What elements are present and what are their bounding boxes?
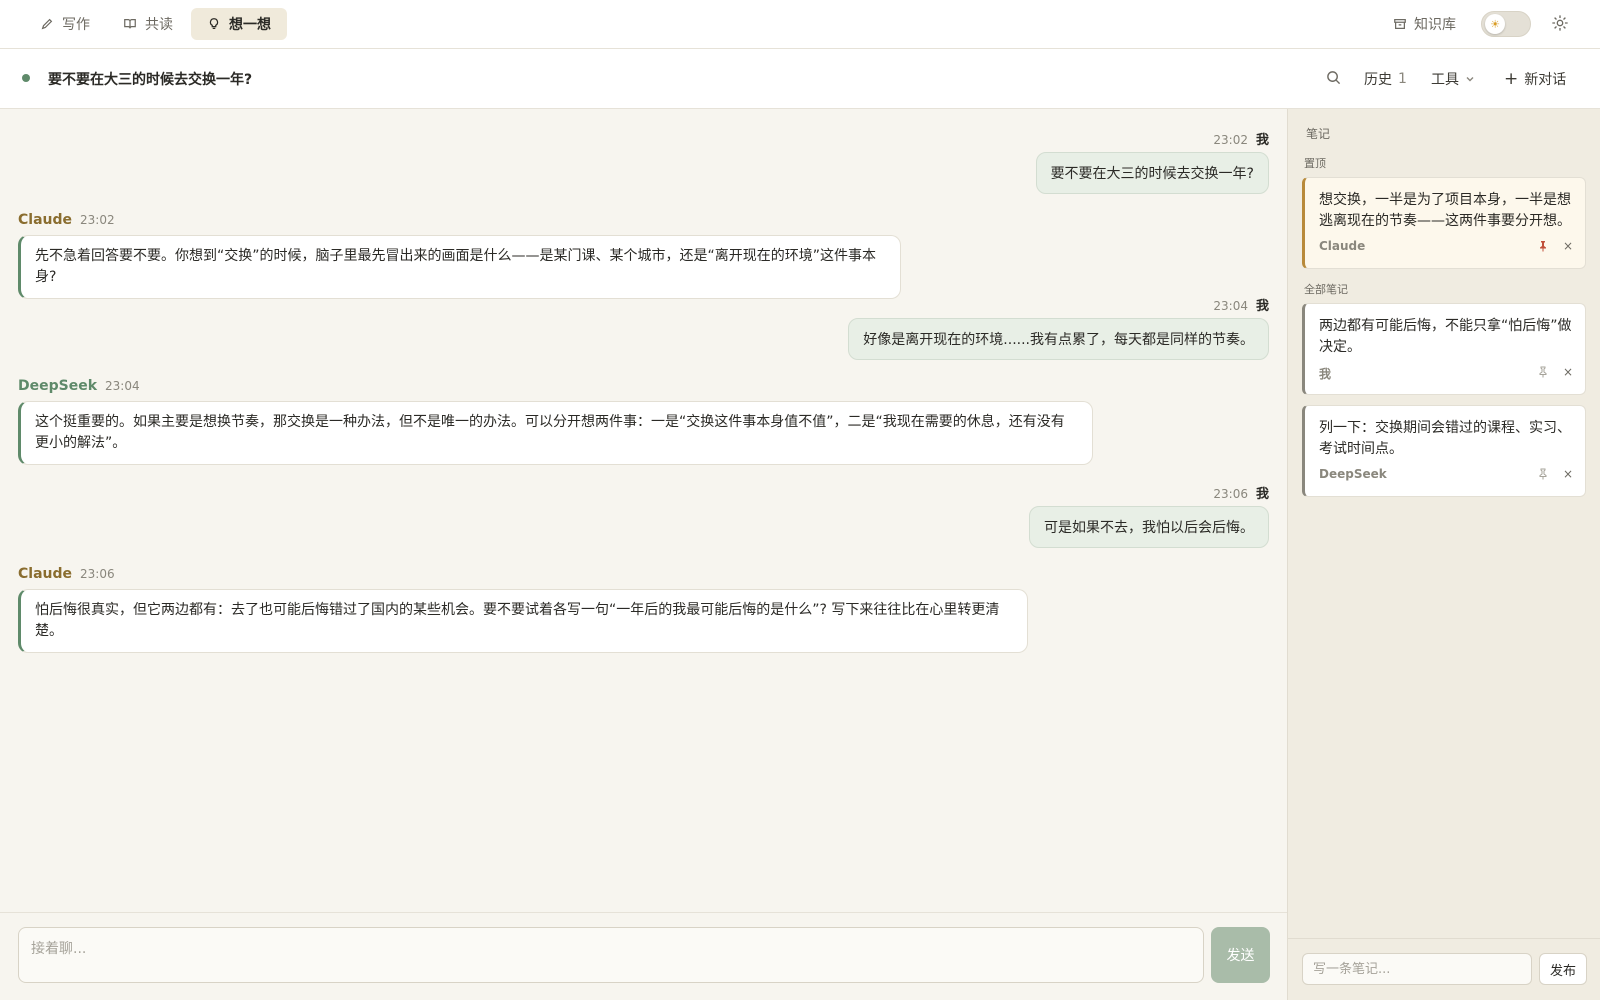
tab-read-together[interactable]: 共读 — [107, 8, 189, 40]
archive-icon — [1394, 19, 1406, 29]
conversation-header: 要不要在大三的时候去交换一年? 历史 1 工具 + 新对话 — [0, 49, 1600, 109]
note-author: Claude — [1319, 239, 1366, 253]
message-time: 23:02 — [80, 213, 115, 227]
tab-write[interactable]: 写作 — [24, 8, 106, 40]
ai-message: 怕后悔很真实，但它两边都有：去了也可能后悔错过了国内的某些机会。要不要试着各写一… — [18, 589, 1028, 653]
chat-area: 23:02 我 要不要在大三的时候去交换一年? Claude 23:02 先不急… — [0, 109, 1287, 912]
message-time: 23:06 — [1213, 487, 1248, 501]
book-icon — [124, 19, 136, 29]
note-author: 我 — [1319, 367, 1332, 381]
message-meta: 23:02 我 — [1213, 129, 1269, 148]
composer: 发送 — [0, 912, 1287, 1000]
close-icon[interactable]: × — [1563, 240, 1573, 252]
message-author: 我 — [1255, 487, 1269, 502]
note-text: 想交换，一半是为了项目本身，一半是想逃离现在的节奏——这两件事要分开想。 — [1319, 192, 1571, 229]
message-author: 我 — [1255, 299, 1269, 314]
pin-icon[interactable] — [1537, 240, 1549, 252]
search-icon[interactable] — [1326, 70, 1341, 85]
publish-button[interactable]: 发布 — [1539, 953, 1587, 985]
message-meta: 23:06 我 — [1213, 483, 1269, 502]
message-author: 我 — [1255, 133, 1269, 148]
tools-dropdown[interactable]: 工具 — [1431, 69, 1475, 89]
knowledge-base-link[interactable]: 知识库 — [1393, 14, 1456, 34]
knowledge-base-label: 知识库 — [1414, 17, 1456, 33]
history-button[interactable]: 历史 1 — [1364, 69, 1407, 89]
message-meta: Claude 23:06 — [18, 566, 115, 582]
note-card[interactable]: 列一下：交换期间会错过的课程、实习、考试时间点。 DeepSeek × — [1302, 405, 1586, 497]
top-nav-bar: 写作 共读 想一想 知识库 ☀ — [0, 0, 1600, 49]
new-chat-label: 新对话 — [1524, 72, 1567, 88]
tab-think[interactable]: 想一想 — [191, 8, 287, 40]
chevron-down-icon — [1466, 77, 1474, 82]
message-time: 23:04 — [1213, 299, 1248, 313]
pin-icon[interactable] — [1537, 366, 1549, 378]
note-text: 列一下：交换期间会错过的课程、实习、考试时间点。 — [1319, 420, 1571, 457]
user-message: 好像是离开现在的环境......我有点累了，每天都是同样的节奏。 — [848, 318, 1269, 360]
plus-icon: + — [1504, 69, 1519, 89]
status-dot — [22, 74, 30, 82]
message-time: 23:02 — [1213, 133, 1248, 147]
pencil-icon — [41, 18, 53, 30]
message-meta: Claude 23:02 — [18, 212, 115, 228]
theme-toggle[interactable]: ☀ — [1481, 11, 1531, 37]
note-composer: 发布 — [1288, 938, 1600, 1000]
message-time: 23:06 — [80, 567, 115, 581]
note-text: 两边都有可能后悔，不能只拿“怕后悔”做决定。 — [1319, 318, 1572, 355]
sun-icon: ☀ — [1485, 14, 1505, 34]
tools-label: 工具 — [1431, 72, 1459, 88]
note-author: DeepSeek — [1319, 467, 1387, 481]
ai-message: 这个挺重要的。如果主要是想换节奏，那交换是一种办法，但不是唯一的办法。可以分开想… — [18, 401, 1093, 465]
history-count: 1 — [1398, 71, 1407, 87]
pinned-note-card[interactable]: 想交换，一半是为了项目本身，一半是想逃离现在的节奏——这两件事要分开想。 Cla… — [1302, 177, 1586, 269]
all-notes-section-label: 全部笔记 — [1304, 283, 1348, 296]
note-input[interactable] — [1302, 953, 1532, 985]
message-meta: 23:04 我 — [1213, 295, 1269, 314]
ai-message: 先不急着回答要不要。你想到“交换”的时候，脑子里最先冒出来的画面是什么——是某门… — [18, 235, 901, 299]
user-message: 可是如果不去，我怕以后会后悔。 — [1029, 506, 1269, 548]
notes-title: 笔记 — [1306, 127, 1331, 141]
new-chat-button[interactable]: + 新对话 — [1504, 69, 1566, 89]
pinned-section-label: 置顶 — [1304, 157, 1326, 170]
user-message: 要不要在大三的时候去交换一年? — [1035, 152, 1269, 194]
tab-label: 写作 — [62, 17, 90, 33]
message-time: 23:04 — [105, 379, 140, 393]
notes-panel: 笔记 置顶 想交换，一半是为了项目本身，一半是想逃离现在的节奏——这两件事要分开… — [1287, 109, 1600, 1000]
tab-label: 想一想 — [229, 17, 271, 33]
message-author: DeepSeek — [18, 378, 98, 394]
gear-icon[interactable] — [1551, 14, 1569, 32]
message-meta: DeepSeek 23:04 — [18, 378, 140, 394]
note-card[interactable]: 两边都有可能后悔，不能只拿“怕后悔”做决定。 我 × — [1302, 303, 1586, 395]
chat-input[interactable] — [18, 927, 1204, 983]
message-author: Claude — [18, 566, 73, 582]
pin-icon[interactable] — [1537, 468, 1549, 480]
tab-label: 共读 — [145, 17, 173, 33]
conversation-title: 要不要在大三的时候去交换一年? — [48, 72, 253, 88]
lightbulb-icon — [209, 18, 219, 29]
history-label: 历史 — [1364, 72, 1392, 88]
close-icon[interactable]: × — [1563, 468, 1573, 480]
message-author: Claude — [18, 212, 73, 228]
close-icon[interactable]: × — [1563, 366, 1573, 378]
send-button[interactable]: 发送 — [1211, 927, 1270, 983]
